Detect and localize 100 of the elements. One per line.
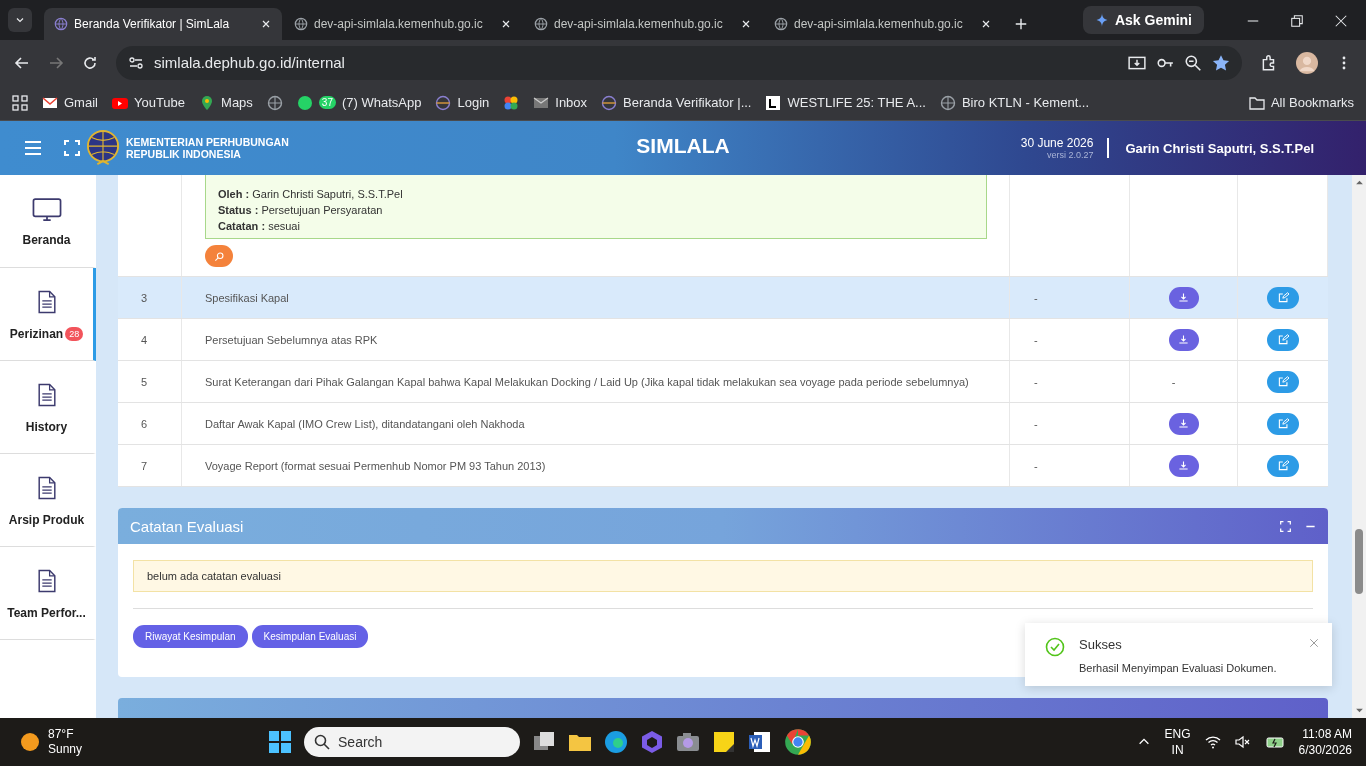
globe-icon (774, 17, 788, 31)
forward-icon[interactable] (48, 54, 64, 71)
edit-icon (1277, 292, 1289, 303)
table-cell: - (1034, 417, 1038, 430)
camera-icon[interactable] (676, 730, 701, 754)
edit-button[interactable] (1267, 328, 1299, 351)
row-number: 3 (141, 291, 148, 304)
reload-icon[interactable] (82, 54, 98, 71)
evaluation-button[interactable]: Kesimpulan Evaluasi (251, 625, 369, 648)
sun-icon (20, 732, 40, 752)
sidebar-label: History (25, 420, 68, 434)
download-button[interactable] (1168, 454, 1199, 477)
globe-icon (266, 94, 283, 111)
bookmark-item[interactable]: Inbox (533, 94, 588, 111)
chrome-icon[interactable] (784, 728, 813, 756)
bookmark-item[interactable]: WESTLIFE 25: THE A... (765, 94, 926, 111)
sidebar-label: Team Perfor... (7, 606, 86, 620)
edit-button[interactable] (1267, 370, 1299, 393)
back-icon[interactable] (14, 54, 30, 71)
bookmark-item[interactable]: Maps (199, 94, 253, 111)
sidebar-label: Arsip Produk (8, 513, 85, 527)
address-bar[interactable]: simlala.dephub.go.id/internal (116, 45, 1242, 80)
table-row[interactable]: 3 Spesifikasi Kapal - (118, 277, 1328, 319)
search-placeholder: Search (338, 734, 383, 750)
table-cell: - (1034, 333, 1038, 346)
table-row[interactable]: 6 Daftar Awak Kapal (IMO Crew List), ditandatangani oleh Nakhoda - (118, 403, 1328, 445)
row-number: 4 (141, 333, 148, 346)
edge-icon[interactable] (604, 730, 629, 754)
fullscreen-icon[interactable] (64, 140, 80, 156)
close-icon[interactable] (980, 18, 992, 30)
scroll-down-icon (1354, 706, 1364, 715)
expand-icon[interactable] (1280, 520, 1291, 532)
count-badge: 37 (318, 96, 336, 109)
muted-speaker-icon[interactable] (1234, 734, 1251, 750)
document-name: Voyage Report (format sesuai Permenhub Nomor PM 93 Tahun 2013) (205, 459, 546, 472)
table-row[interactable]: 4 Persetujuan Sebelumnya atas RPK - (118, 319, 1328, 361)
download-button[interactable] (1168, 328, 1199, 351)
browser-tab[interactable]: dev-api-simlala.kemenhub.go.ic (764, 8, 1002, 40)
restore-icon[interactable] (1290, 14, 1304, 28)
bookmark-item[interactable]: 37 (7) WhatsApp (296, 94, 422, 111)
bookmark-item[interactable]: Gmail (42, 94, 98, 111)
close-icon[interactable] (260, 18, 272, 30)
wifi-icon[interactable] (1204, 734, 1221, 750)
close-icon[interactable] (500, 18, 512, 30)
download-button[interactable] (1168, 286, 1199, 309)
bookmark-item[interactable]: Login (435, 94, 490, 111)
edit-button[interactable] (1267, 454, 1299, 477)
check-circle-icon (1045, 637, 1065, 657)
row-number: 7 (141, 459, 148, 472)
bookmark-item[interactable] (503, 94, 520, 111)
edit-button[interactable] (1267, 286, 1299, 309)
battery-icon[interactable] (1264, 734, 1285, 750)
browser-tab[interactable]: dev-api-simlala.kemenhub.go.ic (284, 8, 522, 40)
close-icon[interactable] (740, 18, 752, 30)
word-icon[interactable] (748, 730, 773, 754)
letter-tile-icon (765, 94, 782, 111)
zoom-icon[interactable] (1184, 53, 1202, 72)
bookmark-item[interactable]: Biro KTLN - Kement... (939, 94, 1090, 111)
plus-icon[interactable] (1014, 17, 1028, 31)
chat-icon (296, 94, 313, 111)
bookmark-item[interactable] (266, 94, 283, 111)
document-name: Spesifikasi Kapal (205, 291, 289, 304)
apps-icon[interactable] (12, 94, 28, 111)
taskbar-clock[interactable]: 11:08 AM 6/30/2026 (1298, 726, 1352, 758)
evaluation-button[interactable]: Riwayat Kesimpulan (133, 625, 248, 648)
browser-tab[interactable]: Beranda Verifikator | SimLala (44, 8, 282, 40)
download-icon (1178, 334, 1189, 345)
download-icon (1178, 460, 1189, 471)
sticky-note-icon[interactable] (712, 730, 737, 754)
all-bookmarks-button[interactable]: All Bookmarks (1248, 94, 1354, 111)
scrollbar[interactable] (1352, 175, 1366, 718)
table-row[interactable]: 7 Voyage Report (format sesuai Permenhub Nomor PM 93 Tahun 2013) - (118, 445, 1328, 487)
pinwheel-icon (503, 94, 520, 111)
start-icon[interactable] (268, 730, 293, 754)
edit-icon (1277, 376, 1289, 387)
edit-button[interactable] (1267, 412, 1299, 435)
tab-search-button[interactable] (8, 8, 32, 32)
globe-icon (54, 17, 68, 31)
edit-icon (1277, 334, 1289, 345)
table-row[interactable]: 5 Surat Keterangan dari Pihak Galangan Kapal bahwa Kapal Melakukan Docking / Laid Up (Jika kapal tidak melakukan sea voyage pada periode sebelumnya) - - (118, 361, 1328, 403)
search-button[interactable] (205, 245, 233, 267)
table-cell: - (1171, 375, 1176, 388)
taskbar-search[interactable]: Search (304, 727, 521, 757)
avatar-icon[interactable] (1296, 51, 1318, 74)
table-cell: - (1034, 459, 1038, 472)
hexagon-icon[interactable] (640, 730, 665, 754)
count-badge: 28 (65, 327, 84, 341)
bookmark-item[interactable]: Beranda Verifikator |... (601, 94, 752, 111)
panel-title: Catatan Evaluasi (130, 517, 245, 535)
document-name: Daftar Awak Kapal (IMO Crew List), ditandatangani oleh Nakhoda (205, 417, 525, 430)
download-button[interactable] (1168, 412, 1199, 435)
language-indicator[interactable]: ENG IN (1164, 726, 1191, 758)
bookmark-item[interactable]: YouTube (111, 94, 186, 111)
scrollbar-thumb[interactable] (1355, 529, 1363, 594)
browser-tab[interactable]: dev-api-simlala.kemenhub.go.ic (524, 8, 762, 40)
sidebar-item[interactable]: Perizinan 28 (0, 268, 96, 361)
edit-icon (1277, 418, 1289, 429)
star-icon[interactable] (1212, 53, 1230, 72)
weather-label: Sunny (48, 742, 83, 757)
gemini-button[interactable]: Ask Gemini (1082, 6, 1204, 34)
